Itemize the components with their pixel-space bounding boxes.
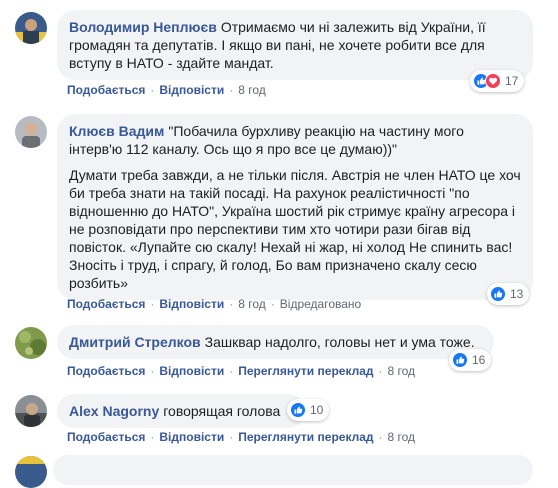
- like-icon: [490, 286, 506, 302]
- like-link[interactable]: Подобається: [67, 364, 145, 378]
- avatar[interactable]: [15, 116, 47, 148]
- separator: ·: [229, 297, 234, 311]
- comment-text: Зашквар надолго, головы нет и ума тоже.: [204, 334, 475, 350]
- like-icon: [452, 352, 468, 368]
- reply-link[interactable]: Відповісти: [159, 83, 224, 97]
- separator: ·: [150, 83, 155, 97]
- comment-actions: Подобається · Відповісти · Переглянути перек…: [67, 430, 415, 444]
- reactions-badge[interactable]: 13: [487, 283, 530, 305]
- timestamp[interactable]: 8 год: [238, 297, 266, 311]
- comment-author[interactable]: Дмитрий Стрелков: [69, 334, 201, 350]
- avatar[interactable]: [15, 456, 47, 488]
- comment-bubble: Alex Nagorny говорящая голова: [57, 394, 305, 428]
- comment-author[interactable]: Володимир Неплюєв: [69, 19, 217, 35]
- avatar[interactable]: [15, 327, 47, 359]
- comment-text: говорящая голова: [163, 403, 281, 419]
- reactions-badge[interactable]: 10: [287, 399, 330, 421]
- reactions-badge[interactable]: 17: [470, 70, 525, 92]
- comment-author[interactable]: Клюєв Вадим: [69, 123, 164, 139]
- reaction-count: 16: [472, 353, 486, 367]
- see-translation-link[interactable]: Переглянути переклад: [238, 364, 373, 378]
- separator: ·: [229, 364, 234, 378]
- edited-label[interactable]: Відредаговано: [280, 297, 361, 311]
- separator: ·: [150, 297, 155, 311]
- timestamp[interactable]: 8 год: [388, 430, 416, 444]
- comment-bubble: [53, 455, 533, 485]
- separator: ·: [150, 364, 155, 378]
- avatar[interactable]: [15, 395, 47, 427]
- comment-actions: Подобається · Відповісти · 8 год · Відредагова…: [67, 297, 361, 311]
- separator: ·: [378, 430, 383, 444]
- like-link[interactable]: Подобається: [67, 83, 145, 97]
- reply-link[interactable]: Відповісти: [159, 430, 224, 444]
- comment-text-paragraph: Думати треба завжди, а не тільки після. …: [69, 167, 525, 291]
- comment-actions: Подобається · Відповісти · Переглянути перек…: [67, 364, 415, 378]
- love-icon: [485, 73, 501, 89]
- separator: ·: [229, 83, 234, 97]
- reply-link[interactable]: Відповісти: [159, 297, 224, 311]
- comment-author[interactable]: Alex Nagorny: [69, 403, 159, 419]
- comment-actions: Подобається · Відповісти · 8 год: [67, 83, 266, 97]
- reply-link[interactable]: Відповісти: [159, 364, 224, 378]
- timestamp[interactable]: 8 год: [238, 83, 266, 97]
- reaction-count: 13: [510, 287, 524, 301]
- like-link[interactable]: Подобається: [67, 297, 145, 311]
- separator: ·: [229, 430, 234, 444]
- separator: ·: [378, 364, 383, 378]
- like-icon: [290, 402, 306, 418]
- separator: ·: [270, 297, 275, 311]
- comment-bubble: Дмитрий Стрелков Зашквар надолго, головы …: [57, 325, 494, 359]
- reactions-badge[interactable]: 16: [449, 349, 492, 371]
- reaction-count: 17: [505, 74, 519, 88]
- reaction-count: 10: [310, 403, 324, 417]
- comment-bubble: Клюєв Вадим "Побачила бурхливу реакцію на…: [57, 114, 533, 300]
- like-link[interactable]: Подобається: [67, 430, 145, 444]
- see-translation-link[interactable]: Переглянути переклад: [238, 430, 373, 444]
- comment-bubble: Володимир Неплюєв Отримаємо чи ні залежит…: [57, 10, 533, 80]
- avatar[interactable]: [15, 12, 47, 44]
- separator: ·: [150, 430, 155, 444]
- timestamp[interactable]: 8 год: [388, 364, 416, 378]
